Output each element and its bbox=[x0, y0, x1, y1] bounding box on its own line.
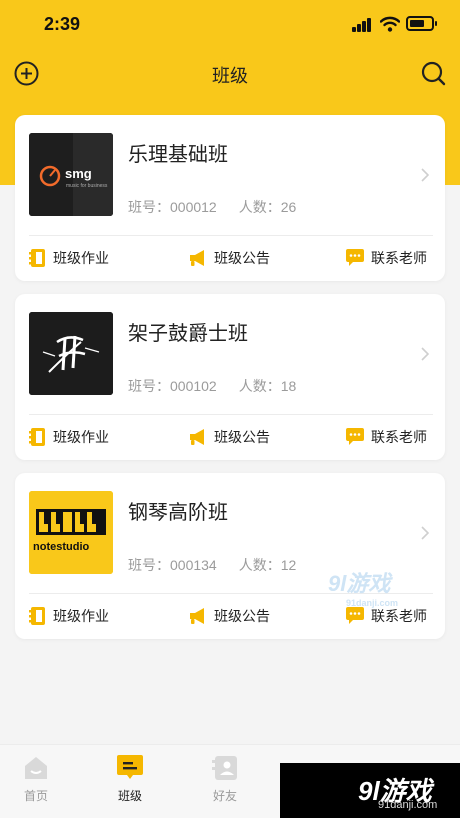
card-divider bbox=[29, 414, 433, 415]
contact-teacher-button[interactable]: 联系老师 bbox=[345, 424, 427, 450]
notice-button[interactable]: 班级公告 bbox=[188, 424, 270, 450]
watermark-logo: 9l游戏 91danji.com bbox=[328, 566, 398, 608]
cellular-signal-icon bbox=[352, 18, 374, 32]
class-meta: 班号：000134 人数：12 bbox=[128, 555, 296, 575]
chevron-right-icon bbox=[421, 526, 430, 540]
member-count-value: 26 bbox=[280, 199, 297, 215]
class-meta: 班号：000102 人数：18 bbox=[128, 376, 296, 396]
chevron-right-icon bbox=[421, 168, 430, 182]
tab-home[interactable]: 首页 bbox=[6, 755, 66, 804]
homework-button[interactable]: 班级作业 bbox=[29, 603, 109, 629]
notice-label: 班级公告 bbox=[214, 608, 270, 624]
class-name: 乐理基础班 bbox=[128, 144, 228, 166]
home-icon bbox=[25, 757, 47, 779]
page-title: 班级 bbox=[212, 66, 248, 86]
navigation-bar: 班级 bbox=[0, 52, 460, 96]
tab-friends-label: 好友 bbox=[212, 789, 237, 803]
member-count-value: 12 bbox=[280, 557, 297, 573]
class-card[interactable]: smg music for business 乐理基础班 班号：000012 人数… bbox=[15, 115, 445, 281]
member-count: 人数：26 bbox=[239, 199, 297, 215]
class-thumbnail-drum bbox=[29, 312, 113, 395]
watermark-mid-text: 9l游戏 bbox=[328, 571, 391, 596]
megaphone-icon bbox=[190, 608, 204, 624]
member-count: 人数：18 bbox=[239, 378, 297, 394]
contact-teacher-button[interactable]: 联系老师 bbox=[345, 245, 427, 271]
megaphone-icon bbox=[190, 429, 204, 445]
homework-button[interactable]: 班级作业 bbox=[29, 424, 109, 450]
class-thumbnail-notestudio: notestudio bbox=[29, 491, 113, 574]
class-card[interactable]: notestudio 钢琴高阶班 班号：000134 人数：12 班级作业 班级公… bbox=[15, 473, 445, 639]
member-count-label: 人数： bbox=[238, 199, 281, 215]
class-number: 班号：000012 bbox=[128, 199, 217, 215]
notice-label: 班级公告 bbox=[214, 250, 270, 266]
watermark-mid-sub: 91danji.com bbox=[346, 598, 399, 608]
contact-teacher-label: 联系老师 bbox=[371, 250, 427, 266]
chevron-right-icon bbox=[421, 347, 430, 361]
megaphone-icon bbox=[190, 250, 204, 266]
notice-label: 班级公告 bbox=[214, 429, 270, 445]
class-number-value: 000102 bbox=[170, 378, 217, 394]
class-icon bbox=[117, 755, 143, 779]
class-name: 架子鼓爵士班 bbox=[128, 323, 248, 345]
homework-label: 班级作业 bbox=[53, 250, 109, 266]
chat-bubble-icon bbox=[346, 607, 364, 624]
homework-label: 班级作业 bbox=[53, 608, 109, 624]
homework-icon bbox=[29, 607, 45, 625]
member-count-value: 18 bbox=[280, 378, 297, 394]
homework-icon bbox=[29, 428, 45, 446]
tab-class-label: 班级 bbox=[117, 789, 142, 803]
status-time: 2:39 bbox=[44, 14, 81, 34]
wifi-icon bbox=[380, 16, 400, 32]
watermark-box-sub: 91danji.com bbox=[378, 799, 438, 811]
notice-button[interactable]: 班级公告 bbox=[188, 603, 270, 629]
member-count: 人数：12 bbox=[239, 557, 297, 573]
class-number-label: 班号： bbox=[128, 378, 170, 394]
member-count-label: 人数： bbox=[238, 378, 281, 394]
class-number-value: 000134 bbox=[170, 557, 217, 573]
thumb-tagline-text: music for business bbox=[66, 183, 108, 189]
class-card[interactable]: 架子鼓爵士班 班号：000102 人数：18 班级作业 班级公告 联系老师 bbox=[15, 294, 445, 460]
class-number-value: 000012 bbox=[170, 199, 217, 215]
class-name: 钢琴高阶班 bbox=[128, 502, 228, 524]
status-bar: 2:39 bbox=[0, 0, 460, 50]
class-meta: 班号：000012 人数：26 bbox=[128, 197, 296, 217]
contact-teacher-label: 联系老师 bbox=[371, 608, 427, 624]
homework-icon bbox=[29, 249, 45, 267]
class-number-label: 班号： bbox=[128, 557, 170, 573]
chat-bubble-icon bbox=[346, 428, 364, 445]
thumb-brand-text: smg bbox=[65, 166, 92, 181]
contact-teacher-label: 联系老师 bbox=[371, 429, 427, 445]
homework-label: 班级作业 bbox=[53, 429, 109, 445]
tab-class[interactable]: 班级 bbox=[100, 755, 160, 804]
class-number: 班号：000134 bbox=[128, 557, 217, 573]
battery-icon bbox=[406, 16, 437, 31]
class-number-label: 班号： bbox=[128, 199, 170, 215]
notice-button[interactable]: 班级公告 bbox=[188, 245, 270, 271]
tab-friends[interactable]: 好友 bbox=[195, 755, 255, 804]
member-count-label: 人数： bbox=[238, 557, 281, 573]
search-icon[interactable] bbox=[420, 60, 447, 87]
card-divider bbox=[29, 235, 433, 236]
homework-button[interactable]: 班级作业 bbox=[29, 245, 109, 271]
contacts-icon bbox=[212, 756, 237, 780]
watermark-banner: 9l游戏 91danji.com bbox=[280, 763, 460, 818]
tab-home-label: 首页 bbox=[23, 789, 48, 803]
class-number: 班号：000102 bbox=[128, 378, 217, 394]
class-thumbnail-smg: smg music for business bbox=[29, 133, 113, 216]
chat-bubble-icon bbox=[346, 249, 364, 266]
thumb-brand-text: notestudio bbox=[33, 541, 90, 553]
